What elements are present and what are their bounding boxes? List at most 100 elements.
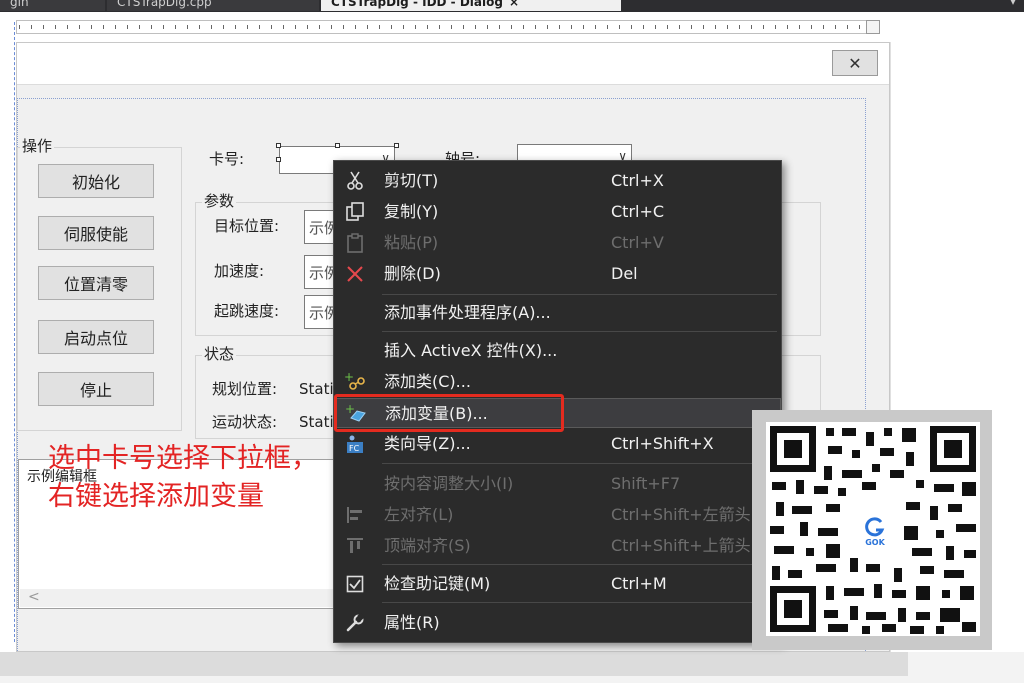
- align-top-icon: [344, 535, 366, 557]
- selection-handle[interactable]: [276, 157, 281, 162]
- menu-item-label: 检查助记键(M): [384, 574, 491, 593]
- status-group-label: 状态: [202, 345, 237, 363]
- tutorial-annotation: 选中卡号选择下拉框， 右键选择添加变量: [48, 440, 318, 516]
- tab-close-icon[interactable]: ×: [509, 0, 519, 9]
- init-button[interactable]: 初始化: [38, 164, 154, 198]
- start-point-button[interactable]: 启动点位: [38, 320, 154, 354]
- add-class-icon: +: [344, 371, 366, 393]
- paste-icon: [344, 232, 366, 254]
- menu-item-add-class[interactable]: + 添加类(C)...: [334, 367, 781, 397]
- stop-button[interactable]: 停止: [38, 372, 154, 406]
- selection-handle[interactable]: [335, 143, 340, 148]
- qr-logo-icon: GOK: [856, 510, 894, 552]
- menu-item-copy[interactable]: 复制(Y) Ctrl+C: [334, 197, 781, 227]
- menu-item-label: 复制(Y): [384, 202, 439, 221]
- menu-item-shortcut: Ctrl+X: [611, 171, 664, 190]
- menu-item-shortcut: Ctrl+Shift+X: [611, 434, 714, 453]
- highlight-box: [334, 394, 564, 432]
- tab-dropdown-icon[interactable]: ▾: [1010, 0, 1016, 8]
- qr-code: GOK: [766, 422, 980, 636]
- operation-group-label: 操作: [20, 137, 55, 155]
- scroll-left-icon[interactable]: <: [28, 589, 40, 605]
- menu-item-label: 粘贴(P): [384, 233, 439, 252]
- menu-item-label: 类向导(Z)...: [384, 434, 471, 453]
- menu-separator: [382, 463, 777, 464]
- bottom-scroll-bar: [0, 652, 1024, 683]
- svg-text:FC: FC: [349, 444, 360, 453]
- operation-groupbox[interactable]: 操作 初始化 伺服使能 位置清零 启动点位 停止: [17, 137, 182, 431]
- svg-text:+: +: [344, 372, 354, 384]
- horizontal-scrollbar[interactable]: <: [20, 589, 351, 607]
- menu-item-label: 顶端对齐(S): [384, 536, 471, 555]
- acceleration-label: 加速度:: [214, 262, 265, 280]
- scissors-icon: [344, 170, 366, 192]
- menu-item-label: 添加类(C)...: [384, 372, 471, 391]
- check-mnemonic-icon: [344, 573, 366, 595]
- annotation-line-2: 右键选择添加变量: [48, 481, 264, 512]
- menu-item-delete[interactable]: 删除(D) Del: [334, 259, 781, 289]
- menu-item-cut[interactable]: 剪切(T) Ctrl+X: [334, 166, 781, 196]
- menu-item-label: 插入 ActiveX 控件(X)...: [384, 341, 558, 360]
- menu-item-label: 删除(D): [384, 264, 441, 283]
- align-left-icon: [344, 504, 366, 526]
- selection-handle[interactable]: [394, 143, 399, 148]
- dialog-close-button[interactable]: ✕: [832, 50, 878, 76]
- close-icon: ✕: [848, 53, 862, 73]
- ruler-area: [0, 12, 1024, 42]
- menu-item-shortcut: Shift+F7: [611, 474, 681, 493]
- params-group-label: 参数: [202, 192, 237, 210]
- menu-item-properties[interactable]: 属性(R): [334, 608, 781, 638]
- bottom-scroll-thumb[interactable]: [0, 652, 908, 676]
- start-speed-label: 起跳速度:: [214, 302, 280, 320]
- menu-separator: [382, 331, 777, 332]
- menu-item-class-wizard[interactable]: FC 类向导(Z)... Ctrl+Shift+X: [334, 429, 781, 459]
- menu-item-align-top[interactable]: 顶端对齐(S) Ctrl+Shift+上箭头: [334, 531, 781, 561]
- menu-item-size-to-content[interactable]: 按内容调整大小(I) Shift+F7: [334, 469, 781, 499]
- menu-item-align-left[interactable]: 左对齐(L) Ctrl+Shift+左箭头: [334, 500, 781, 530]
- copy-icon: [344, 201, 366, 223]
- delete-icon: [344, 263, 366, 285]
- qr-code-overlay: GOK: [752, 410, 992, 650]
- qr-logo-text: GOK: [865, 537, 885, 547]
- menu-item-insert-activex[interactable]: 插入 ActiveX 控件(X)...: [334, 336, 781, 366]
- menu-item-label: 左对齐(L): [384, 505, 454, 524]
- menu-item-label: 剪切(T): [384, 171, 439, 190]
- ruler-ticks: [19, 25, 877, 29]
- menu-item-shortcut: Ctrl+Shift+左箭头: [611, 505, 751, 524]
- menu-item-shortcut: Ctrl+V: [611, 233, 664, 252]
- wrench-icon: [344, 612, 366, 634]
- tab-gin[interactable]: gin: [0, 0, 105, 11]
- menu-separator: [382, 602, 777, 603]
- tab-label: gin: [10, 0, 29, 9]
- document-tab-strip: gin CTSTrapDlg.cpp CTSTrapDlg - IDD - Di…: [0, 0, 1024, 12]
- position-clear-button[interactable]: 位置清零: [38, 266, 154, 300]
- menu-separator: [382, 294, 777, 295]
- ruler-end-box[interactable]: [866, 20, 880, 34]
- tab-label: CTSTrapDlg.cpp: [117, 0, 212, 9]
- guide-line: [14, 22, 15, 642]
- menu-item-shortcut: Ctrl+Shift+上箭头: [611, 536, 751, 555]
- tab-dialog-resource[interactable]: CTSTrapDlg - IDD - Dialog ×: [321, 0, 621, 11]
- servo-enable-button[interactable]: 伺服使能: [38, 216, 154, 250]
- menu-item-label: 添加事件处理程序(A)...: [384, 303, 551, 322]
- tab-ctstrapdlg-cpp[interactable]: CTSTrapDlg.cpp: [107, 0, 319, 11]
- menu-separator: [382, 564, 777, 565]
- context-menu: 剪切(T) Ctrl+X 复制(Y) Ctrl+C 粘贴(P) Ctrl+V 删…: [333, 160, 782, 643]
- menu-item-check-mnemonics[interactable]: 检查助记键(M) Ctrl+M: [334, 569, 781, 599]
- annotation-line-1: 选中卡号选择下拉框，: [48, 443, 318, 474]
- screenshot-root: gin CTSTrapDlg.cpp CTSTrapDlg - IDD - Di…: [0, 0, 1024, 683]
- menu-item-label: 属性(R): [384, 613, 440, 632]
- target-position-label: 目标位置:: [214, 217, 280, 235]
- card-number-label: 卡号:: [209, 150, 245, 168]
- motion-status-label: 运动状态:: [212, 413, 278, 431]
- dialog-title-bar: ✕: [17, 43, 889, 85]
- planned-position-label: 规划位置:: [212, 380, 278, 398]
- menu-item-add-event-handler[interactable]: 添加事件处理程序(A)...: [334, 298, 781, 328]
- selection-handle[interactable]: [276, 143, 281, 148]
- menu-item-paste[interactable]: 粘贴(P) Ctrl+V: [334, 228, 781, 258]
- horizontal-ruler: [16, 20, 880, 34]
- menu-item-shortcut: Del: [611, 264, 638, 283]
- tab-label: CTSTrapDlg - IDD - Dialog: [331, 0, 503, 9]
- menu-item-shortcut: Ctrl+C: [611, 202, 665, 221]
- menu-item-shortcut: Ctrl+M: [611, 574, 667, 593]
